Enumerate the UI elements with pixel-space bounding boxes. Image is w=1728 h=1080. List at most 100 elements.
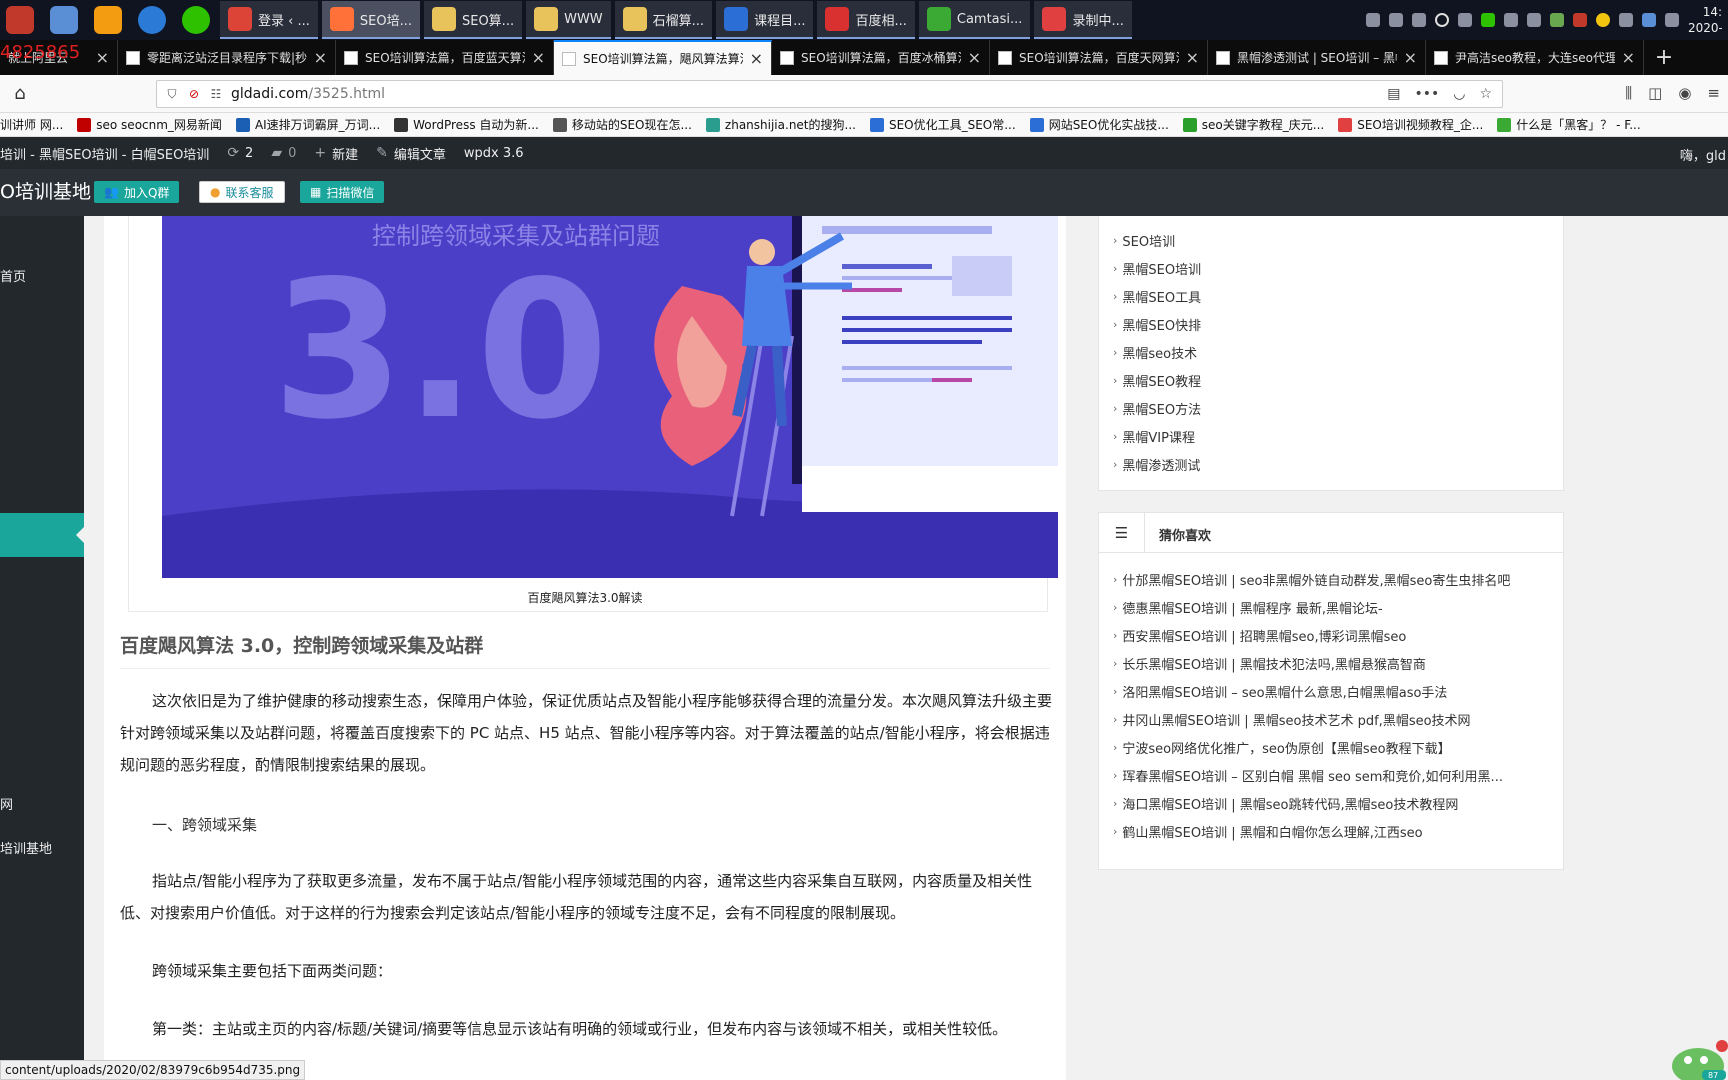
new-tab-button[interactable]: + xyxy=(1644,40,1684,75)
admin-site-link[interactable]: 培训 - 黑帽SEO培训 - 白帽SEO培训 xyxy=(0,144,209,163)
contact-service-button[interactable]: ● 联系客服 xyxy=(199,181,285,203)
tray-add-icon[interactable] xyxy=(1596,13,1610,27)
site-title[interactable]: O培训基地 xyxy=(0,177,91,204)
tab-close-icon[interactable]: × xyxy=(96,48,109,67)
menu-icon[interactable]: ≡ xyxy=(1707,84,1720,102)
tab-close-icon[interactable]: × xyxy=(968,48,981,67)
taskbar-app-sogou[interactable] xyxy=(132,0,172,40)
guess-item[interactable]: › 海口黑帽SEO培训 | 黑帽seo跳转代码,黑帽seo技术教程网 xyxy=(1113,789,1510,817)
hero-image[interactable]: 控制跨领域采集及站群问题 3.0 xyxy=(162,216,1058,578)
bookmark-8[interactable]: seo关键字教程_庆元... xyxy=(1182,116,1324,133)
category-item[interactable]: › SEO培训 xyxy=(1113,226,1201,254)
clock[interactable]: 14: 2020- xyxy=(1688,4,1722,36)
tray-tool-icon[interactable] xyxy=(1642,13,1656,27)
category-item[interactable]: › 黑帽渗透测试 xyxy=(1113,450,1201,478)
category-item[interactable]: › 黑帽SEO工具 xyxy=(1113,282,1201,310)
bookmark-5[interactable]: zhanshijia.net的搜狗... xyxy=(705,116,856,133)
tray-mute-icon[interactable] xyxy=(1573,13,1587,27)
browser-tab-4[interactable]: SEO培训算法篇，百度冰桶算法 × xyxy=(772,40,990,75)
tray-volume-icon[interactable] xyxy=(1458,13,1472,27)
bookmark-2[interactable]: AI速排万词霸屏_万词... xyxy=(235,116,380,133)
tray-circle-icon[interactable] xyxy=(1435,13,1449,27)
account-icon[interactable]: ◉ xyxy=(1678,84,1691,102)
browser-tab-3[interactable]: SEO培训算法篇，飓风算法算法 × xyxy=(554,40,772,75)
browser-tab-2[interactable]: SEO培训算法篇，百度蓝天算法 × xyxy=(336,40,554,75)
admin-comments[interactable]: ▰ 0 xyxy=(271,145,296,161)
taskbar-task-2[interactable]: SEO算... xyxy=(423,1,523,39)
browser-tab-1[interactable]: 零距离泛站泛目录程序下载|秒收录 × xyxy=(118,40,336,75)
tray-wechat-icon[interactable] xyxy=(1481,13,1495,27)
taskbar-task-1[interactable]: SEO培... xyxy=(321,1,420,39)
taskbar-task-8[interactable]: 录制中... xyxy=(1034,1,1132,39)
guess-item[interactable]: › 井冈山黑帽SEO培训 | 黑帽seo技术艺术 pdf,黑帽seo技术网 xyxy=(1113,705,1510,733)
tray-copy-icon[interactable] xyxy=(1619,13,1633,27)
guess-item[interactable]: › 珲春黑帽SEO培训 – 区别白帽 黑帽 seo sem和竞价,如何利用黑... xyxy=(1113,761,1510,789)
taskbar-app-uc[interactable] xyxy=(88,0,128,40)
bookmark-1[interactable]: seo seocnm_网易新闻 xyxy=(77,116,222,133)
sidebar-icon[interactable]: ◫ xyxy=(1648,84,1662,102)
guess-item[interactable]: › 什邡黑帽SEO培训 | seo非黑帽外链自动群发,黑帽seo寄生虫排名吧 xyxy=(1113,565,1510,593)
bookmark-6[interactable]: SEO优化工具_SEO常... xyxy=(869,116,1016,133)
guess-item[interactable]: › 德惠黑帽SEO培训 | 黑帽程序 最新,黑帽论坛- xyxy=(1113,593,1510,621)
bookmark-7[interactable]: 网站SEO优化实战技... xyxy=(1029,116,1169,133)
tab-close-icon[interactable]: × xyxy=(1622,48,1635,67)
tray-app-icon[interactable] xyxy=(1389,13,1403,27)
tray-chat-icon[interactable] xyxy=(1527,13,1541,27)
category-item[interactable]: › 黑帽SEO方法 xyxy=(1113,394,1201,422)
bookmark-0[interactable]: 训讲师 网... xyxy=(0,116,63,133)
taskbar-app-wechat[interactable] xyxy=(176,0,216,40)
permissions-icon[interactable]: ☷ xyxy=(209,87,223,101)
shield-icon[interactable]: ⛉ xyxy=(165,87,179,101)
bookmark-9[interactable]: SEO培训视频教程_企... xyxy=(1338,116,1483,133)
mascot-widget[interactable]: 87 xyxy=(1664,1026,1728,1080)
library-icon[interactable]: ⫼ xyxy=(1625,84,1632,102)
category-item[interactable]: › 黑帽VIP课程 xyxy=(1113,422,1201,450)
bookmark-3[interactable]: WordPress 自动为新... xyxy=(394,116,539,133)
tab-close-icon[interactable]: × xyxy=(314,48,327,67)
taskbar-task-6[interactable]: 百度相... xyxy=(817,1,915,39)
guess-item[interactable]: › 西安黑帽SEO培训 | 招聘黑帽seo,博彩词黑帽seo xyxy=(1113,621,1510,649)
taskbar-app-train[interactable] xyxy=(0,0,40,40)
taskbar-app-bird[interactable] xyxy=(44,0,84,40)
admin-edit-post[interactable]: ✎ 编辑文章 xyxy=(376,144,446,163)
guess-item[interactable]: › 鹤山黑帽SEO培训 | 黑帽和白帽你怎么理解,江西seo xyxy=(1113,817,1510,845)
pocket-icon[interactable]: ◡ xyxy=(1453,86,1465,102)
tray-shield-icon[interactable] xyxy=(1412,13,1426,27)
category-item[interactable]: › 黑帽SEO培训 xyxy=(1113,254,1201,282)
tray-network-icon[interactable] xyxy=(1366,13,1380,27)
guess-item[interactable]: › 长乐黑帽SEO培训 | 黑帽技术犯法吗,黑帽悬猴高智商 xyxy=(1113,649,1510,677)
nav-active-item[interactable] xyxy=(0,513,84,557)
taskbar-task-5[interactable]: 课程目... xyxy=(716,1,814,39)
nav-item-base[interactable]: 培训基地 xyxy=(0,838,52,857)
category-item[interactable]: › 黑帽SEO教程 xyxy=(1113,366,1201,394)
url-bar[interactable]: ⛉ ⊘ ☷ gldadi.com/3525.html ▤ ••• ◡ ☆ xyxy=(156,80,1503,108)
nav-home[interactable]: 首页 xyxy=(0,266,26,285)
taskbar-task-0[interactable]: 登录 ‹ ... xyxy=(220,1,318,39)
browser-tab-7[interactable]: 尹高洁seo教程，大连seo代理 × xyxy=(1426,40,1644,75)
taskbar-task-3[interactable]: WWW xyxy=(526,1,611,39)
insecure-lock-icon[interactable]: ⊘ xyxy=(187,87,201,101)
tray-wrench-icon[interactable] xyxy=(1550,13,1564,27)
url-text[interactable]: gldadi.com/3525.html xyxy=(231,86,385,102)
admin-plugin[interactable]: wpdx 3.6 xyxy=(464,146,524,161)
admin-new[interactable]: + 新建 xyxy=(314,144,358,163)
bookmark-star-icon[interactable]: ☆ xyxy=(1479,86,1492,102)
guess-item[interactable]: › 宁波seo网络优化推广，seo伪原创【黑帽seo教程下载】 xyxy=(1113,733,1510,761)
reader-view-icon[interactable]: ▤ xyxy=(1387,86,1400,102)
bookmark-4[interactable]: 移动站的SEO现在怎... xyxy=(552,116,692,133)
scan-wechat-button[interactable]: ▦ 扫描微信 xyxy=(300,181,385,203)
join-qq-group-button[interactable]: 👥 加入Q群 xyxy=(94,181,180,203)
nav-item-net[interactable]: 网 xyxy=(0,794,13,813)
category-item[interactable]: › 黑帽seo技术 xyxy=(1113,338,1201,366)
bookmark-10[interactable]: 什么是「黑客」？ - F... xyxy=(1497,116,1641,133)
admin-updates[interactable]: ⟳ 2 xyxy=(227,145,253,161)
taskbar-task-7[interactable]: Camtasi... xyxy=(918,1,1031,39)
guess-item[interactable]: › 洛阳黑帽SEO培训 – seo黑帽什么意思,白帽黑帽aso手法 xyxy=(1113,677,1510,705)
more-actions-icon[interactable]: ••• xyxy=(1414,86,1439,102)
tab-close-icon[interactable]: × xyxy=(1404,48,1417,67)
category-item[interactable]: › 黑帽SEO快排 xyxy=(1113,310,1201,338)
tab-close-icon[interactable]: × xyxy=(1186,48,1199,67)
tray-cloud-icon[interactable] xyxy=(1504,13,1518,27)
home-icon[interactable]: ⌂ xyxy=(0,83,40,104)
browser-tab-5[interactable]: SEO培训算法篇，百度天网算法 × xyxy=(990,40,1208,75)
